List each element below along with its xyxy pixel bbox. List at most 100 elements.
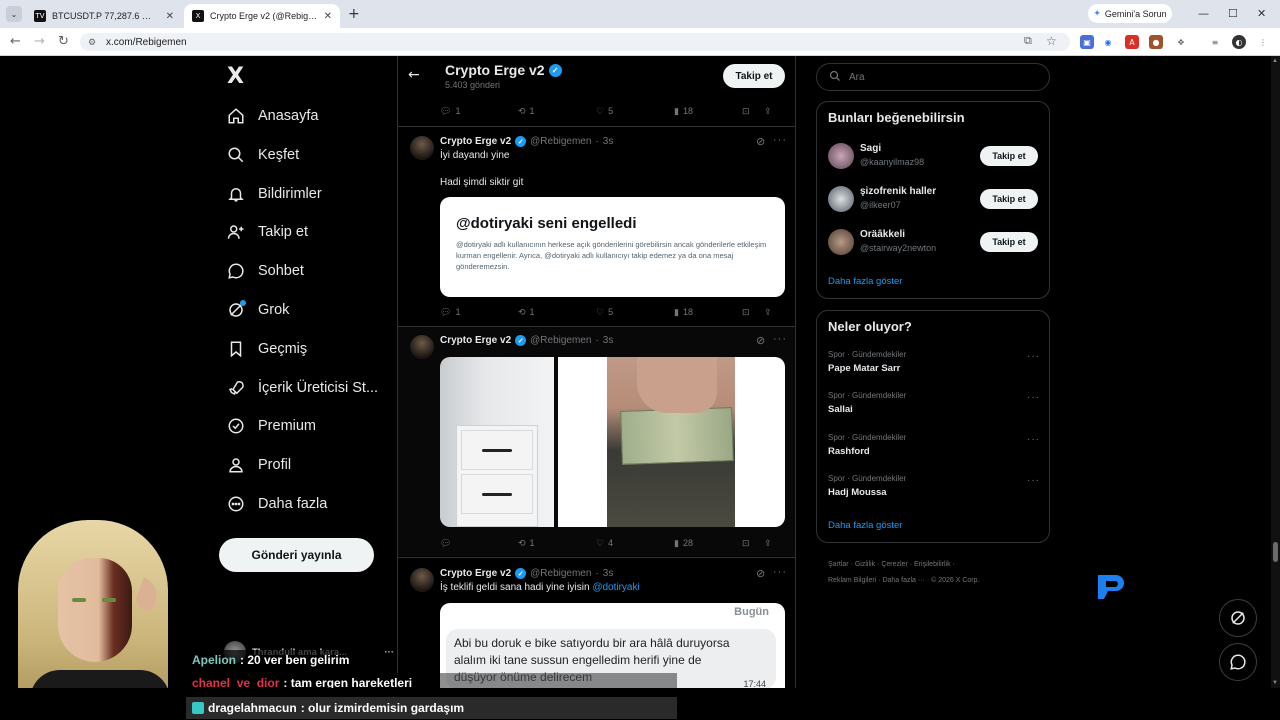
trend-item[interactable]: Spor · Gündemdekiler Sallai ··· [828,391,1040,419]
scroll-up-arrow-icon[interactable]: ▲ [1272,58,1278,64]
profile-icon[interactable]: ◐ [1232,35,1246,49]
share-icon[interactable]: ⇪ [764,307,772,318]
more-options-icon[interactable]: ··· [773,566,787,578]
follow-button[interactable]: Takip et [980,146,1038,166]
views-button[interactable]: ▮ 18 [674,106,742,117]
nav-creator-studio[interactable]: İçerik Üreticisi St... [226,376,378,400]
footer-link[interactable]: Şartlar [828,561,849,568]
more-options-icon[interactable]: ··· [1027,475,1040,486]
tab-crypto-erge[interactable]: X Crypto Erge v2 (@Rebigemen) ✕ [184,4,340,28]
tweet-time[interactable]: 3s [603,568,614,579]
extension-icon[interactable]: ▣ [1080,35,1094,49]
suggested-user[interactable]: Sagi @kaanyilmaz98 Takip et [828,142,1040,170]
scrollbar[interactable]: ▲ ▼ [1271,56,1280,688]
puzzle-icon[interactable]: ✥ [1174,35,1188,49]
grok-icon[interactable]: ⊘ [756,135,765,148]
bookmark-icon[interactable]: ⊡ [742,106,764,117]
like-button[interactable]: ♡ 5 [596,106,674,117]
retweet-button[interactable]: ⟲ 1 [518,538,596,549]
maximize-icon[interactable]: ☐ [1228,7,1238,20]
bookmark-icon[interactable]: ⊡ [742,307,764,318]
search-input[interactable]: Ara [816,63,1050,91]
author-handle[interactable]: @Rebigemen [530,335,591,346]
reply-button[interactable]: 💬︎ 1 [440,106,518,117]
tweet-image-nightstand[interactable] [440,357,554,527]
embedded-block-card[interactable]: @dotiryaki seni engelledi @dotiryaki adl… [440,197,785,297]
nav-premium[interactable]: Premium [226,414,316,438]
post-button[interactable]: Gönderi yayınla [219,538,374,572]
retweet-button[interactable]: ⟲ 1 [518,307,596,318]
follow-button[interactable]: Takip et [723,64,785,88]
nav-bookmarks[interactable]: Geçmiş [226,337,307,361]
more-options-icon[interactable]: ··· [1027,392,1040,403]
mention-link[interactable]: @dotiryaki [592,582,639,593]
nav-notifications[interactable]: Bildirimler [226,182,322,206]
author-name[interactable]: Crypto Erge v2 [440,136,511,147]
reading-list-icon[interactable]: ≡ [1208,35,1222,49]
show-more-link[interactable]: Daha fazla göster [828,276,902,287]
reply-button[interactable]: 💬︎ [440,538,518,549]
suggested-user[interactable]: Oräâkkeli @stairway2newton Takip et [828,228,1040,256]
share-icon[interactable]: ⇪ [764,538,772,549]
url-field[interactable]: ⚙ x.com/Rebigemen [80,33,1070,51]
trend-item[interactable]: Spor · Gündemdekiler Pape Matar Sarr ··· [828,350,1040,378]
back-icon[interactable]: ← [10,34,21,49]
bookmark-icon[interactable]: ⊡ [742,538,764,549]
nav-more[interactable]: Daha fazla [226,492,327,516]
scroll-down-arrow-icon[interactable]: ▼ [1272,680,1278,686]
avatar[interactable] [410,136,434,160]
author-handle[interactable]: @Rebigemen [530,568,591,579]
views-button[interactable]: ▮ 28 [674,538,742,549]
close-icon[interactable]: ✕ [324,11,332,22]
grok-icon[interactable]: ⊘ [756,334,765,347]
nav-grok[interactable]: Grok [226,298,289,322]
suggested-user[interactable]: şizofrenik haller @ilkeer07 Takip et [828,185,1040,213]
footer-link[interactable]: Daha fazla ··· [882,577,924,584]
forward-icon[interactable]: → [34,34,45,49]
avatar[interactable] [410,335,434,359]
gemini-button[interactable]: ✦ Gemini'a Sorun [1088,4,1172,23]
reply-button[interactable]: 💬︎ 1 [440,307,518,318]
new-tab-button[interactable]: + [348,6,360,22]
back-arrow-icon[interactable]: ← [408,67,420,83]
nav-explore[interactable]: Keşfet [226,143,299,167]
x-logo-icon[interactable]: X [227,64,244,89]
grok-icon[interactable]: ⊘ [756,567,765,580]
footer-link[interactable]: Gizlilik [855,561,875,568]
nav-follow[interactable]: Takip et [226,220,308,244]
share-icon[interactable]: ⇪ [764,106,772,117]
minimize-icon[interactable]: — [1198,7,1209,20]
footer-link[interactable]: Çerezler [881,561,907,568]
author-name[interactable]: Crypto Erge v2 [440,335,511,346]
close-window-icon[interactable]: ✕ [1257,7,1266,20]
nav-chat[interactable]: Sohbet [226,259,304,283]
adblock-icon[interactable]: A [1125,35,1139,49]
reload-icon[interactable]: ↻ [58,34,69,49]
trend-item[interactable]: Spor · Gündemdekiler Rashford ··· [828,433,1040,461]
like-button[interactable]: ♡ 5 [596,307,674,318]
tweet-time[interactable]: 3s [603,335,614,346]
follow-button[interactable]: Takip et [980,189,1038,209]
more-options-icon[interactable]: ··· [773,333,787,345]
trend-item[interactable]: Spor · Gündemdekiler Hadj Moussa ··· [828,474,1040,502]
tab-btcusdt[interactable]: TV BTCUSDT.P 77,287.6 ▲ +5.88% ✕ [26,4,182,28]
extension-icon[interactable]: ● [1149,35,1163,49]
views-button[interactable]: ▮ 18 [674,307,742,318]
scrollbar-thumb[interactable] [1273,542,1278,562]
tab-list-button[interactable]: ⌄ [6,6,22,22]
tweet-image-banknote[interactable] [558,357,785,527]
menu-icon[interactable]: ⋮ [1256,35,1270,49]
more-options-icon[interactable]: ··· [1027,434,1040,445]
follow-button[interactable]: Takip et [980,232,1038,252]
author-name[interactable]: Crypto Erge v2 [440,568,511,579]
footer-link[interactable]: Reklam Bilgileri [828,577,876,584]
site-info-icon[interactable]: ⚙ [88,37,96,48]
install-icon[interactable]: ⧉ [1024,35,1032,48]
extension-icon[interactable]: ◉ [1101,35,1115,49]
author-handle[interactable]: @Rebigemen [530,136,591,147]
messages-float-button[interactable] [1219,643,1257,681]
nav-profile[interactable]: Profil [226,453,291,477]
show-more-link[interactable]: Daha fazla göster [828,520,902,531]
more-options-icon[interactable]: ··· [1027,351,1040,362]
nav-home[interactable]: Anasayfa [226,104,318,128]
